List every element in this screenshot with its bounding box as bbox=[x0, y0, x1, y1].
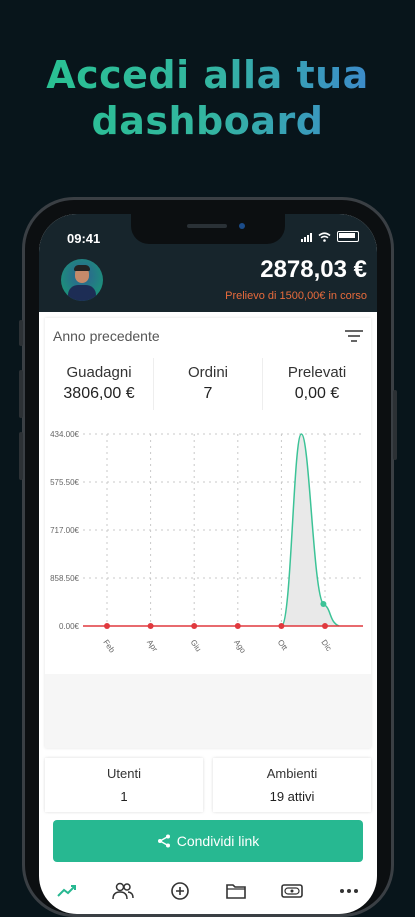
tab-bar bbox=[39, 868, 377, 914]
stat-value: 3806,00 € bbox=[63, 385, 135, 402]
promo-headline: Accedi alla tua dashboard bbox=[0, 52, 415, 144]
speaker-icon bbox=[187, 224, 227, 228]
summary-value: 1 bbox=[120, 789, 128, 804]
share-icon bbox=[157, 834, 170, 848]
phone-frame: 09:41 2878,03 € Prelievo di 1500,00€ in … bbox=[19, 197, 397, 917]
more-icon bbox=[339, 889, 358, 893]
x-tick-label: Feb bbox=[101, 638, 117, 655]
y-tick-label: 858.50€ bbox=[50, 574, 79, 583]
summary-environments[interactable]: Ambienti 19 attivi bbox=[213, 758, 371, 812]
app-header: 09:41 2878,03 € Prelievo di 1500,00€ in … bbox=[39, 214, 377, 312]
summary-label: Utenti bbox=[107, 766, 141, 781]
tab-add[interactable] bbox=[165, 879, 195, 903]
data-point bbox=[234, 623, 241, 629]
x-tick-label: Ago bbox=[232, 638, 248, 655]
peak-tail-point bbox=[320, 601, 327, 607]
data-point bbox=[191, 623, 198, 629]
battery-icon bbox=[337, 231, 359, 242]
stat-label: Ordini bbox=[187, 364, 228, 381]
tab-trend[interactable] bbox=[52, 879, 82, 903]
earnings-chart: 434.00€ 575.50€ 717.00€ 858.50€ 0.00€ Feb Apr G… bbox=[50, 430, 363, 655]
status-icons bbox=[301, 231, 359, 242]
wallet-icon bbox=[281, 884, 304, 898]
chart-footer-space bbox=[45, 674, 371, 748]
add-circle-icon bbox=[171, 882, 189, 900]
stat-orders: Ordini 7 bbox=[154, 358, 263, 410]
notch bbox=[131, 214, 285, 244]
x-tick-label: Dic bbox=[319, 638, 333, 653]
trend-icon bbox=[57, 885, 77, 897]
x-tick-label: Apr bbox=[145, 638, 160, 654]
signal-icon bbox=[301, 232, 312, 242]
stats-row: Guadagni 3806,00 € Ordini 7 Prelevati 0,… bbox=[45, 358, 371, 410]
data-point bbox=[278, 623, 285, 629]
folder-icon bbox=[226, 884, 246, 899]
balance-amount: 2878,03 € bbox=[260, 256, 367, 283]
users-icon bbox=[112, 882, 135, 900]
wifi-icon bbox=[318, 231, 331, 242]
earnings-card: Anno precedente Guadagni 3806,00 € Ordin… bbox=[45, 318, 371, 748]
share-link-label: Condividi link bbox=[176, 833, 260, 849]
x-tick-label: Ott bbox=[276, 638, 290, 653]
headline-line-2: dashboard bbox=[0, 98, 415, 144]
filter-icon[interactable] bbox=[345, 330, 363, 345]
tab-wallet[interactable] bbox=[277, 879, 307, 903]
data-point bbox=[322, 623, 328, 629]
summary-users[interactable]: Utenti 1 bbox=[45, 758, 203, 812]
stat-withdrawn: Prelevati 0,00 € bbox=[263, 358, 371, 410]
stat-label: Prelevati bbox=[287, 364, 347, 381]
period-selector[interactable]: Anno precedente bbox=[53, 328, 160, 344]
y-tick-label: 434.00€ bbox=[50, 430, 79, 439]
data-point bbox=[104, 623, 110, 629]
tab-folder[interactable] bbox=[221, 879, 251, 903]
summary-label: Ambienti bbox=[266, 766, 318, 781]
data-point bbox=[147, 623, 154, 629]
share-link-button[interactable]: Condividi link bbox=[53, 820, 363, 862]
x-tick-label: Giu bbox=[189, 638, 204, 653]
stat-label: Guadagni bbox=[66, 364, 132, 381]
stat-value: 0,00 € bbox=[294, 385, 340, 402]
avatar[interactable] bbox=[61, 259, 103, 301]
y-tick-label: 0.00€ bbox=[59, 622, 80, 631]
phone-power-button bbox=[393, 390, 397, 460]
withdraw-status: Prelievo di 1500,00€ in corso bbox=[225, 290, 367, 302]
phone-volume-up bbox=[19, 370, 23, 418]
stat-earnings: Guadagni 3806,00 € bbox=[45, 358, 154, 410]
camera-icon bbox=[239, 223, 245, 229]
y-tick-label: 575.50€ bbox=[50, 478, 79, 487]
status-time: 09:41 bbox=[67, 231, 101, 246]
phone-mute-switch bbox=[19, 320, 23, 346]
y-tick-label: 717.00€ bbox=[50, 526, 79, 535]
phone-volume-down bbox=[19, 432, 23, 480]
summary-value: 19 attivi bbox=[269, 789, 315, 804]
headline-line-1: Accedi alla tua bbox=[0, 52, 415, 98]
app-screen: 09:41 2878,03 € Prelievo di 1500,00€ in … bbox=[39, 214, 377, 914]
tab-users[interactable] bbox=[108, 879, 138, 903]
tab-more[interactable] bbox=[334, 879, 364, 903]
stat-value: 7 bbox=[203, 385, 213, 402]
summary-row: Utenti 1 Ambienti 19 attivi bbox=[45, 758, 371, 812]
